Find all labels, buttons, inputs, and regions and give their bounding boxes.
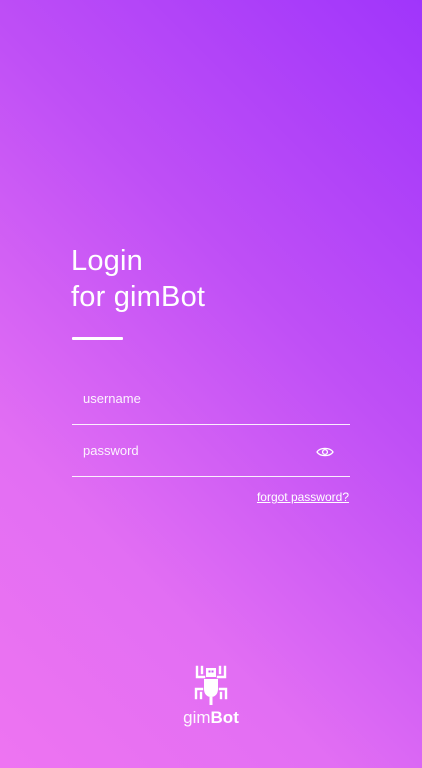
robot-icon — [194, 665, 228, 705]
brand-logo: gimBot — [0, 665, 422, 729]
login-title-line2: for gimBot — [71, 281, 206, 313]
login-title-line1: Login — [71, 245, 143, 277]
brand-name-light: gim — [183, 708, 211, 727]
username-input[interactable] — [72, 373, 350, 424]
username-field — [72, 373, 350, 425]
brand-name-bold: Bot — [210, 708, 239, 727]
password-input[interactable] — [72, 425, 350, 476]
title-underline — [72, 337, 123, 340]
brand-name: gimBot — [0, 707, 422, 729]
eye-icon[interactable] — [316, 446, 334, 458]
login-title: Login for gimBot — [71, 243, 205, 315]
forgot-password-link[interactable]: forgot password? — [257, 490, 349, 504]
password-field — [72, 425, 350, 477]
